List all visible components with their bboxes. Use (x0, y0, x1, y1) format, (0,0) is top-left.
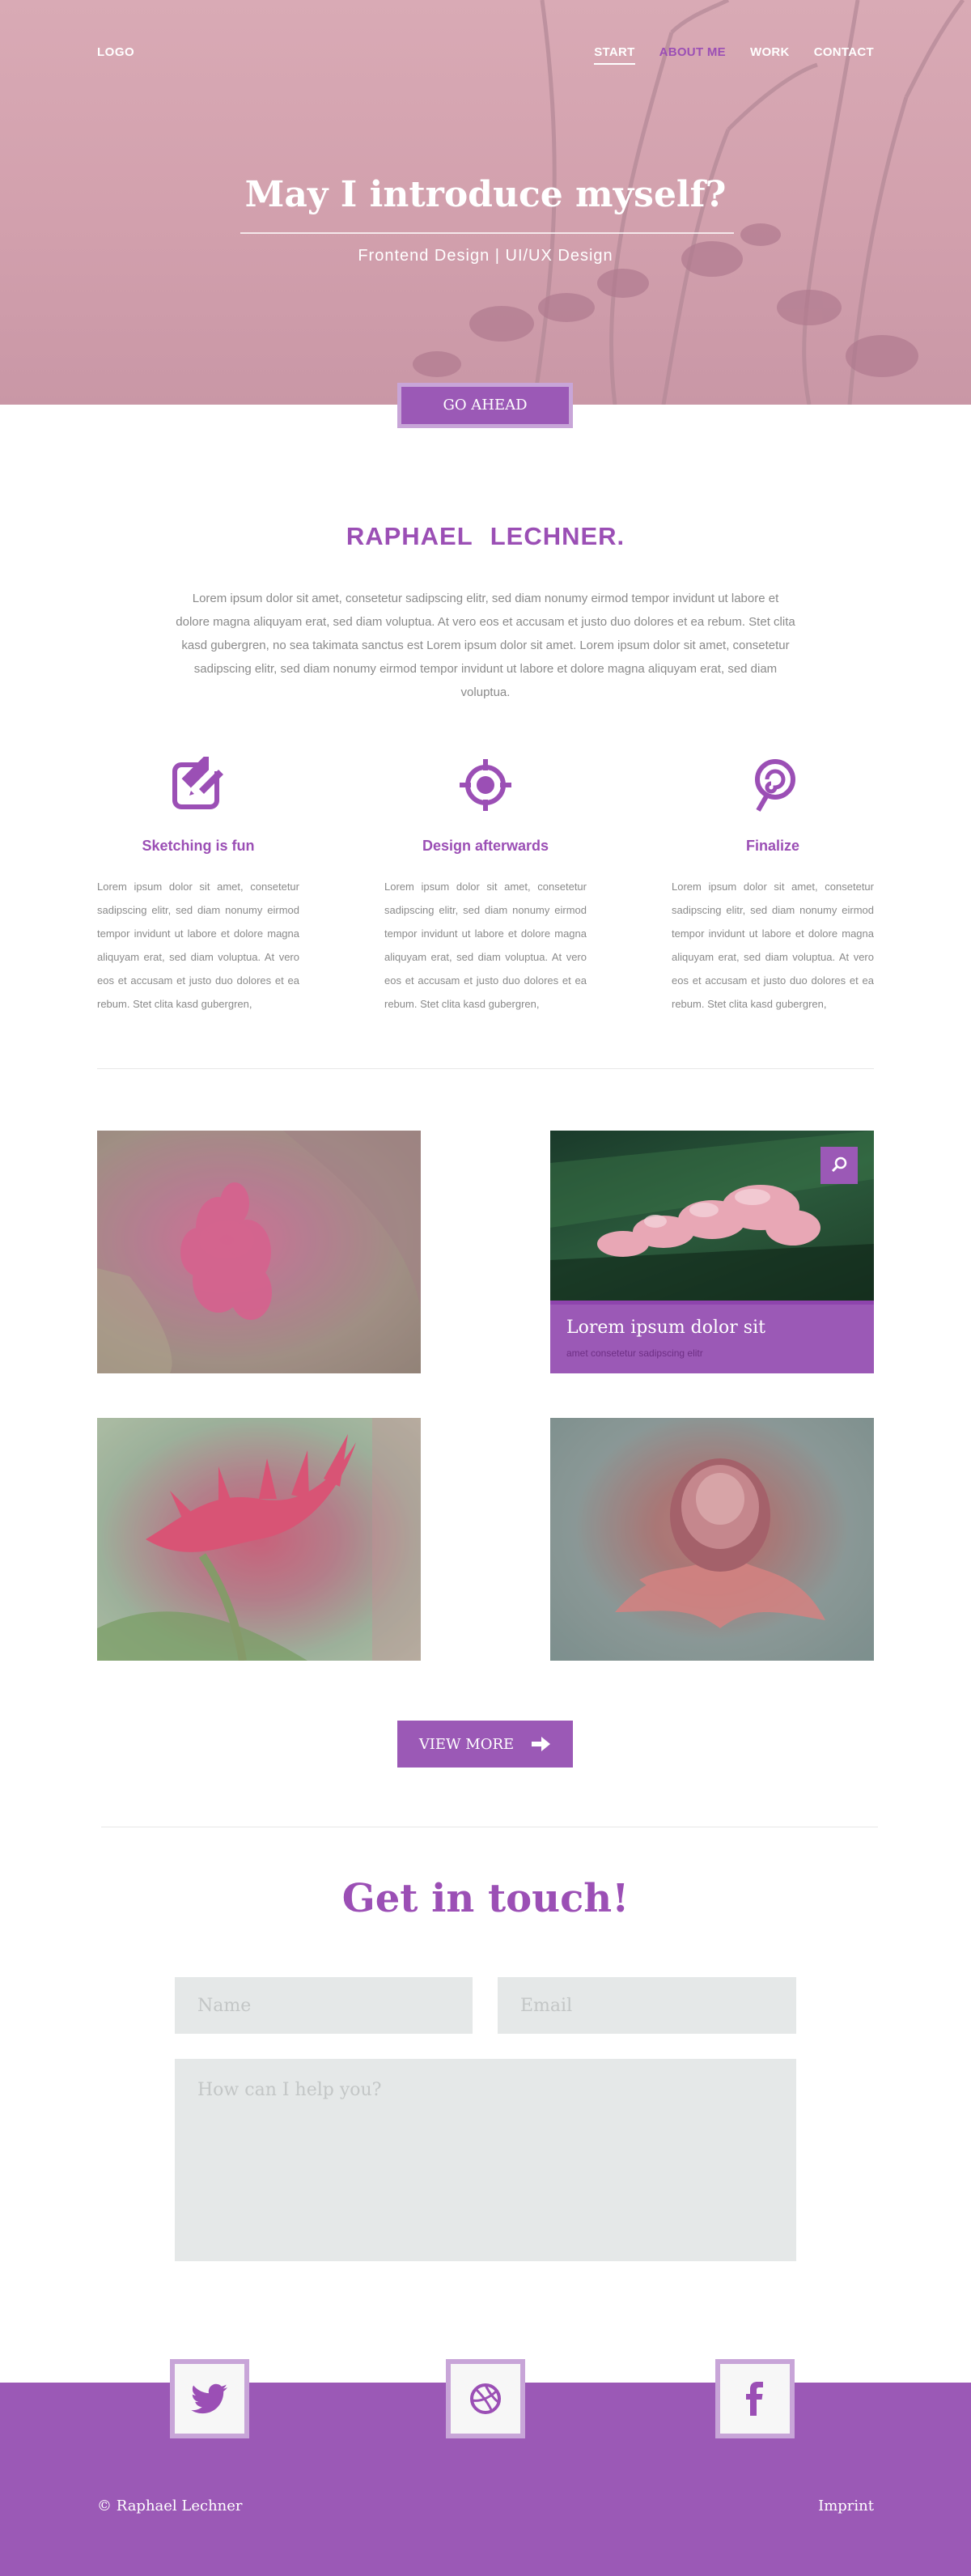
item-caption: Lorem ipsum dolor sit amet consetetur sa… (550, 1301, 874, 1373)
main-nav: START ABOUT ME WORK CONTACT (594, 45, 874, 65)
feature-finalize: Finalize Lorem ipsum dolor sit amet, con… (672, 757, 874, 1016)
hero-section: LOGO START ABOUT ME WORK CONTACT May I i… (0, 0, 971, 405)
magnifier-icon (831, 1156, 847, 1173)
item-caption-subtitle: amet consetetur sadipscing elitr (566, 1347, 703, 1359)
nav-about-me[interactable]: ABOUT ME (659, 45, 726, 65)
dribbble-icon (470, 2383, 501, 2414)
feature-text: Lorem ipsum dolor sit amet, consetetur s… (97, 881, 299, 1010)
logo[interactable]: LOGO (97, 45, 134, 59)
feature-text: Lorem ipsum dolor sit amet, consetetur s… (672, 881, 874, 1010)
portfolio-item[interactable] (97, 1131, 421, 1373)
section-divider (97, 1068, 874, 1069)
item-caption-title: Lorem ipsum dolor sit (566, 1318, 765, 1338)
copyright-text: © Raphael Lechner (97, 2497, 243, 2514)
facebook-button[interactable] (715, 2359, 795, 2438)
nav-work[interactable]: WORK (750, 45, 790, 65)
message-field[interactable] (175, 2059, 796, 2261)
hero-title: May I introduce myself? (244, 174, 727, 215)
about-name-heading: RAPHAEL LECHNER. (346, 522, 625, 550)
hero-divider (240, 232, 734, 234)
feature-title: Design afterwards (422, 838, 549, 854)
imprint-link[interactable]: Imprint (818, 2497, 874, 2514)
portfolio-item-hover[interactable]: Lorem ipsum dolor sit amet consetetur sa… (550, 1131, 874, 1373)
target-icon (457, 757, 514, 813)
hero-subtitle: Frontend Design | UI/UX Design (358, 247, 613, 265)
pencil-edit-icon (170, 752, 228, 813)
zoom-button[interactable] (820, 1147, 858, 1184)
feature-title: Sketching is fun (142, 838, 255, 854)
flower-image (97, 1418, 421, 1661)
nav-contact[interactable]: CONTACT (814, 45, 874, 65)
nav-start[interactable]: START (594, 45, 635, 65)
feature-sketching: Sketching is fun Lorem ipsum dolor sit a… (97, 752, 299, 1016)
facebook-icon (746, 2382, 763, 2416)
feature-design: Design afterwards Lorem ipsum dolor sit … (384, 757, 587, 1016)
view-more-button[interactable]: VIEW MORE (397, 1721, 573, 1768)
flower-image (97, 1131, 421, 1373)
portfolio-item[interactable] (97, 1418, 421, 1661)
lollipop-icon (744, 757, 801, 813)
go-ahead-button[interactable]: GO AHEAD (397, 383, 573, 428)
view-more-label: VIEW MORE (418, 1735, 515, 1753)
about-intro-text: Lorem ipsum dolor sit amet, consetetur s… (176, 592, 795, 699)
feature-text: Lorem ipsum dolor sit amet, consetetur s… (384, 881, 587, 1010)
arrow-right-icon (532, 1737, 551, 1751)
flower-image (550, 1418, 874, 1661)
portfolio-item[interactable] (550, 1418, 874, 1661)
email-field[interactable] (498, 1977, 796, 2034)
feature-title: Finalize (745, 838, 799, 854)
contact-heading: Get in touch! (341, 1876, 630, 1921)
name-field[interactable] (175, 1977, 473, 2034)
dribbble-button[interactable] (446, 2359, 525, 2438)
twitter-button[interactable] (170, 2359, 249, 2438)
twitter-icon (191, 2383, 227, 2414)
